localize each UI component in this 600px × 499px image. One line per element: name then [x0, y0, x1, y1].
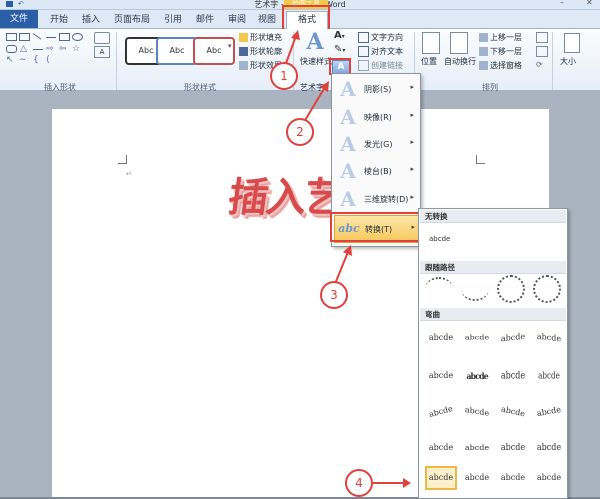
- annotation-arrowhead-2: [320, 81, 329, 92]
- annotation-arrow-3: [334, 251, 349, 285]
- annotation-arrow-2: [303, 86, 326, 123]
- annotation-arrowhead-1: [291, 30, 300, 40]
- annotation-circle-2: 2: [286, 118, 314, 146]
- annotation-circle-3: 3: [320, 281, 348, 309]
- annotation-arrowhead-4: [403, 478, 411, 488]
- annotation-arrows: [284, 30, 411, 488]
- annotation-circle-4: 4: [345, 469, 373, 497]
- annotation-circle-1: 1: [270, 62, 298, 90]
